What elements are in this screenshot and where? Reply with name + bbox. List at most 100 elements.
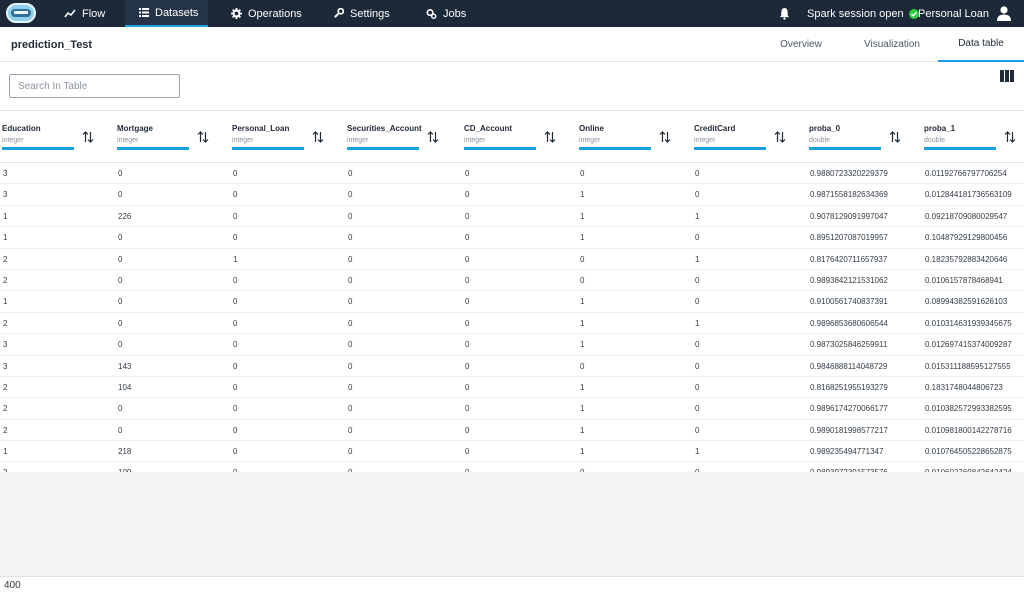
table-cell: 0.1831748044806723 xyxy=(925,382,1003,392)
project-selector[interactable]: Personal Loan xyxy=(918,0,989,27)
table-cell: 0.010981800142278716 xyxy=(925,425,1012,435)
table-row[interactable]: 3 143 0 0 0 0 0 0.9846888114048729 0.01531118859… xyxy=(0,356,1024,377)
table-cell: 0 xyxy=(695,233,700,243)
column-header-mortgage[interactable]: Mortgage integer xyxy=(115,111,230,163)
sort-icon[interactable] xyxy=(1004,131,1016,143)
table-cell: 1 xyxy=(3,447,8,457)
nav-operations[interactable]: Operations xyxy=(231,0,302,27)
column-header-creditcard[interactable]: CreditCard integer xyxy=(692,111,807,163)
table-cell: 0.9871558182634369 xyxy=(810,190,888,200)
notifications-button[interactable] xyxy=(779,0,790,27)
table-cell: 0 xyxy=(118,404,123,414)
user-avatar-icon xyxy=(997,6,1011,21)
sort-icon[interactable] xyxy=(544,131,556,143)
table-cell: 0.9880723320229379 xyxy=(810,169,888,178)
nav-settings[interactable]: Settings xyxy=(333,0,390,27)
table-cell: 0 xyxy=(465,254,470,264)
column-stat-bar xyxy=(347,147,419,150)
list-icon xyxy=(139,8,149,17)
column-type: integer xyxy=(579,137,601,144)
table-cell: 0 xyxy=(118,169,123,178)
table-row[interactable]: 2109000000.98939723015735760.01060276984… xyxy=(0,462,1024,472)
table-cell: 0 xyxy=(465,190,470,200)
table-cell: 0 xyxy=(118,254,123,264)
table-row[interactable]: 2 0 0 0 0 0 0 0.9893842121531062 0.0106157878468… xyxy=(0,270,1024,292)
table-cell: 0 xyxy=(233,233,238,243)
table-cell: 0 xyxy=(233,404,238,414)
tab-data-table[interactable]: Data table xyxy=(938,27,1024,62)
column-header-education[interactable]: Education integer xyxy=(0,111,115,163)
table-row[interactable]: 2 0 1 0 0 0 1 0.8176420711657937 0.1823579288342… xyxy=(0,249,1024,270)
table-row[interactable]: 3 0 0 0 0 1 0 0.9871558182634369 0.0128441817365… xyxy=(0,184,1024,206)
column-header-online[interactable]: Online integer xyxy=(577,111,692,163)
app-logo[interactable] xyxy=(6,3,36,23)
sort-icon[interactable] xyxy=(659,131,671,143)
column-header-cd-account[interactable]: CD_Account integer xyxy=(462,111,577,163)
table-cell: 0 xyxy=(695,361,700,371)
table-cell: 0 xyxy=(695,404,700,414)
table-cell: 0 xyxy=(348,382,353,392)
nav-datasets[interactable]: Datasets xyxy=(125,0,208,27)
nav-flow[interactable]: Flow xyxy=(64,0,105,27)
column-header-proba-0[interactable]: proba_0 double xyxy=(807,111,922,163)
table-cell: 0.9846888114048729 xyxy=(810,361,888,371)
table-header: Education integer Mortgage integer Personal_… xyxy=(0,111,1024,163)
table-row[interactable]: 3 0 0 0 0 1 0 0.9873025846259911 0.0126974153740… xyxy=(0,334,1024,356)
table-cell: 0.015311188595127555 xyxy=(925,361,1011,371)
table-row[interactable]: 1 218 0 0 0 1 1 0.989235494771347 0.010764505228… xyxy=(0,441,1024,463)
user-menu-button[interactable] xyxy=(997,0,1011,27)
sort-icon[interactable] xyxy=(889,131,901,143)
gear-icon xyxy=(231,8,242,19)
column-header-personal-loan[interactable]: Personal_Loan integer xyxy=(230,111,345,163)
table-cell: 1 xyxy=(695,318,700,328)
table-cell: 1 xyxy=(3,233,8,243)
column-header-securities-account[interactable]: Securities_Account integer xyxy=(345,111,462,163)
table-cell: 0.8168251955193279 xyxy=(810,382,888,392)
table-cell: 0 xyxy=(233,340,238,350)
table-cell: 0.8176420711657937 xyxy=(810,254,888,264)
sort-icon[interactable] xyxy=(197,131,209,143)
column-name: Online xyxy=(579,124,604,133)
table-cell: 0 xyxy=(692,462,807,472)
table-cell: 3 xyxy=(3,190,8,200)
table-cell: 0.10487929129800456 xyxy=(925,233,1008,243)
table-cell: 0 xyxy=(348,233,353,243)
table-cell: 0 xyxy=(233,318,238,328)
nav-flow-label: Flow xyxy=(82,7,106,20)
sort-icon[interactable] xyxy=(774,131,786,143)
table-row[interactable]: 1 226 0 0 0 1 1 0.9078129091997047 0.09218709080… xyxy=(0,206,1024,228)
column-type: integer xyxy=(694,137,716,144)
column-name: CD_Account xyxy=(464,124,513,133)
tab-visualization[interactable]: Visualization xyxy=(852,27,932,62)
search-input[interactable] xyxy=(9,74,180,98)
line-chart-icon xyxy=(64,9,76,17)
sort-icon[interactable] xyxy=(427,131,439,143)
table-row[interactable]: 1 0 0 0 0 1 0 0.8951207087019957 0.1048792912980… xyxy=(0,227,1024,249)
table-cell: 0 xyxy=(465,169,470,178)
table-cell: 0 xyxy=(465,318,470,328)
table-row[interactable]: 3 0 0 0 0 0 0 0.9880723320229379 0.0119276679770… xyxy=(0,163,1024,185)
table-cell: 0.010602769842642424 xyxy=(922,462,1024,472)
table-row[interactable]: 2 0 0 0 0 1 0 0.9896174270066177 0.0103825729933… xyxy=(0,398,1024,420)
sort-icon[interactable] xyxy=(82,131,94,143)
table-row[interactable]: 2 104 0 0 0 1 0 0.8168251955193279 0.18317480448… xyxy=(0,377,1024,399)
columns-toggle-icon[interactable] xyxy=(1000,70,1014,82)
table-row[interactable]: 2 0 0 0 0 1 1 0.9896853680606544 0.0103146319393… xyxy=(0,313,1024,335)
table-cell: 1 xyxy=(580,425,585,435)
sort-icon[interactable] xyxy=(312,131,324,143)
table-row[interactable]: 1 0 0 0 0 1 0 0.9100561740837391 0.0899438259162… xyxy=(0,291,1024,313)
nav-jobs[interactable]: Jobs xyxy=(425,0,466,27)
tab-overview[interactable]: Overview xyxy=(765,27,837,62)
table-cell: 0 xyxy=(348,297,353,307)
column-header-proba-1[interactable]: proba_1 double xyxy=(922,111,1024,163)
table-cell: 0 xyxy=(695,169,700,178)
nav-settings-label: Settings xyxy=(350,7,390,20)
table-cell: 0 xyxy=(348,190,353,200)
table-cell: 0.9896174270066177 xyxy=(810,404,888,414)
nav-datasets-label: Datasets xyxy=(155,6,199,19)
data-table: Education integer Mortgage integer Personal_… xyxy=(0,110,1024,472)
session-status-label: Spark session open xyxy=(807,7,904,20)
session-status[interactable]: Spark session open xyxy=(807,0,919,27)
table-cell: 0 xyxy=(233,382,238,392)
table-row[interactable]: 2 0 0 0 0 1 0 0.9890181998577217 0.0109818001422… xyxy=(0,420,1024,442)
